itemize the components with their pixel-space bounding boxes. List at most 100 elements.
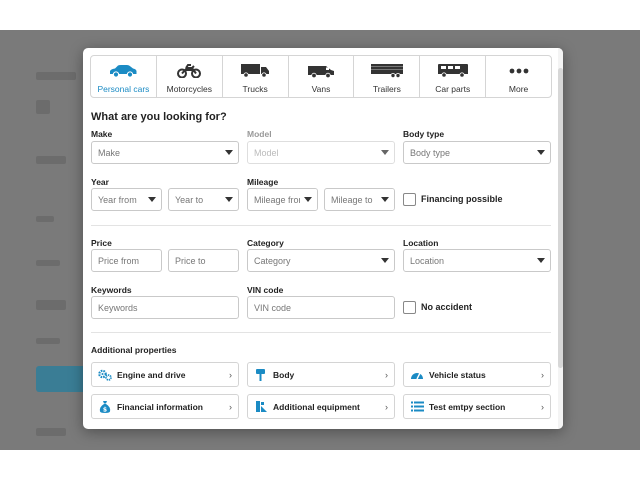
scrollbar-thumb[interactable] bbox=[558, 68, 563, 368]
chevron-down-icon bbox=[381, 258, 389, 263]
additional-equipment-label: Additional equipment bbox=[273, 401, 360, 412]
chevron-down-icon bbox=[381, 150, 389, 155]
body-button[interactable]: Body › bbox=[247, 362, 395, 387]
list-icon bbox=[410, 400, 424, 414]
background-text bbox=[36, 216, 54, 222]
mileage-to-select[interactable]: Mileage to bbox=[324, 188, 395, 211]
category-placeholder: Category bbox=[254, 255, 291, 266]
body-type-placeholder: Body type bbox=[410, 147, 451, 158]
model-label: Model bbox=[247, 129, 272, 139]
mileage-label: Mileage bbox=[247, 177, 279, 187]
body-label: Body bbox=[273, 369, 295, 380]
svg-text:$: $ bbox=[103, 406, 107, 413]
category-label: Category bbox=[247, 238, 284, 248]
section-divider bbox=[91, 332, 551, 333]
additional-equipment-button[interactable]: Additional equipment › bbox=[247, 394, 395, 419]
chevron-down-icon bbox=[148, 197, 156, 202]
body-type-label: Body type bbox=[403, 129, 445, 139]
keywords-placeholder: Keywords bbox=[98, 302, 138, 313]
financial-information-label: Financial information bbox=[117, 401, 203, 412]
engine-and-drive-button[interactable]: Engine and drive › bbox=[91, 362, 239, 387]
chevron-down-icon bbox=[537, 258, 545, 263]
no-accident-checkbox[interactable] bbox=[403, 301, 416, 314]
model-placeholder: Model bbox=[254, 147, 279, 158]
keywords-input[interactable]: Keywords bbox=[91, 296, 239, 319]
category-select[interactable]: Category bbox=[247, 249, 395, 272]
equipment-icon bbox=[254, 400, 268, 414]
section-divider bbox=[91, 225, 551, 226]
tab-personal-cars[interactable]: Personal cars bbox=[91, 56, 157, 97]
mileage-from-placeholder: Mileage from bbox=[254, 194, 307, 205]
form-heading: What are you looking for? bbox=[91, 111, 227, 123]
test-empty-section-button[interactable]: Test emtpy section › bbox=[403, 394, 551, 419]
tab-trucks[interactable]: Trucks bbox=[223, 56, 289, 97]
tab-trailers[interactable]: Trailers bbox=[354, 56, 421, 97]
background-text bbox=[36, 428, 66, 436]
price-label: Price bbox=[91, 238, 112, 248]
test-empty-section-label: Test emtpy section bbox=[429, 401, 506, 412]
chevron-down-icon bbox=[304, 197, 312, 202]
mileage-to-placeholder: Mileage to bbox=[331, 194, 373, 205]
additional-properties-heading: Additional properties bbox=[91, 345, 177, 355]
chevron-right-icon: › bbox=[541, 402, 544, 412]
year-from-placeholder: Year from bbox=[98, 194, 137, 205]
background-text bbox=[36, 72, 76, 80]
mileage-from-select[interactable]: Mileage from bbox=[247, 188, 318, 211]
vehicle-status-label: Vehicle status bbox=[429, 369, 486, 380]
price-from-placeholder: Price from bbox=[98, 255, 140, 266]
tab-label: Trucks bbox=[242, 84, 268, 94]
body-type-select[interactable]: Body type bbox=[403, 141, 551, 164]
motorcycle-icon bbox=[177, 62, 202, 79]
chevron-right-icon: › bbox=[385, 370, 388, 380]
money-bag-icon: $ bbox=[98, 400, 112, 414]
make-label: Make bbox=[91, 129, 113, 139]
speedometer-icon bbox=[410, 368, 424, 382]
tab-label: Car parts bbox=[435, 84, 471, 94]
chevron-down-icon bbox=[381, 197, 389, 202]
vin-input[interactable]: VIN code bbox=[247, 296, 395, 319]
tab-label: Vans bbox=[311, 84, 331, 94]
chevron-down-icon bbox=[225, 150, 233, 155]
background-text bbox=[36, 338, 60, 344]
chevron-right-icon: › bbox=[229, 402, 232, 412]
tab-more[interactable]: More bbox=[486, 56, 551, 97]
car-icon bbox=[108, 62, 138, 79]
vin-label: VIN code bbox=[247, 285, 284, 295]
year-from-select[interactable]: Year from bbox=[91, 188, 162, 211]
price-from-input[interactable]: Price from bbox=[91, 249, 162, 272]
gears-icon bbox=[98, 368, 112, 382]
background-icon bbox=[36, 100, 50, 114]
paint-roller-icon bbox=[254, 368, 268, 382]
vin-placeholder: VIN code bbox=[254, 302, 292, 313]
tab-car-parts[interactable]: Car parts bbox=[420, 56, 487, 97]
year-to-select[interactable]: Year to bbox=[168, 188, 239, 211]
chevron-right-icon: › bbox=[385, 402, 388, 412]
tab-label: Motorcycles bbox=[166, 84, 212, 94]
tab-motorcycles[interactable]: Motorcycles bbox=[157, 56, 223, 97]
price-to-input[interactable]: Price to bbox=[168, 249, 239, 272]
financing-label: Financing possible bbox=[421, 194, 503, 204]
financial-information-button[interactable]: $ Financial information › bbox=[91, 394, 239, 419]
trailer-icon bbox=[370, 62, 404, 79]
more-dots-icon bbox=[509, 62, 529, 79]
make-select[interactable]: Make bbox=[91, 141, 239, 164]
truck-icon bbox=[240, 62, 270, 79]
tab-label: Personal cars bbox=[97, 84, 150, 94]
engine-and-drive-label: Engine and drive bbox=[117, 369, 186, 380]
financing-checkbox[interactable] bbox=[403, 193, 416, 206]
tab-vans[interactable]: Vans bbox=[289, 56, 355, 97]
vehicle-status-button[interactable]: Vehicle status › bbox=[403, 362, 551, 387]
van-icon bbox=[307, 62, 335, 79]
location-placeholder: Location bbox=[410, 255, 445, 266]
tab-label: More bbox=[508, 84, 529, 94]
chevron-right-icon: › bbox=[541, 370, 544, 380]
location-label: Location bbox=[403, 238, 439, 248]
year-label: Year bbox=[91, 177, 109, 187]
car-parts-icon bbox=[437, 62, 469, 79]
background-text bbox=[36, 156, 66, 164]
location-select[interactable]: Location bbox=[403, 249, 551, 272]
chevron-down-icon bbox=[537, 150, 545, 155]
chevron-down-icon bbox=[225, 197, 233, 202]
model-select[interactable]: Model bbox=[247, 141, 395, 164]
modal-scrollbar[interactable] bbox=[558, 48, 563, 429]
